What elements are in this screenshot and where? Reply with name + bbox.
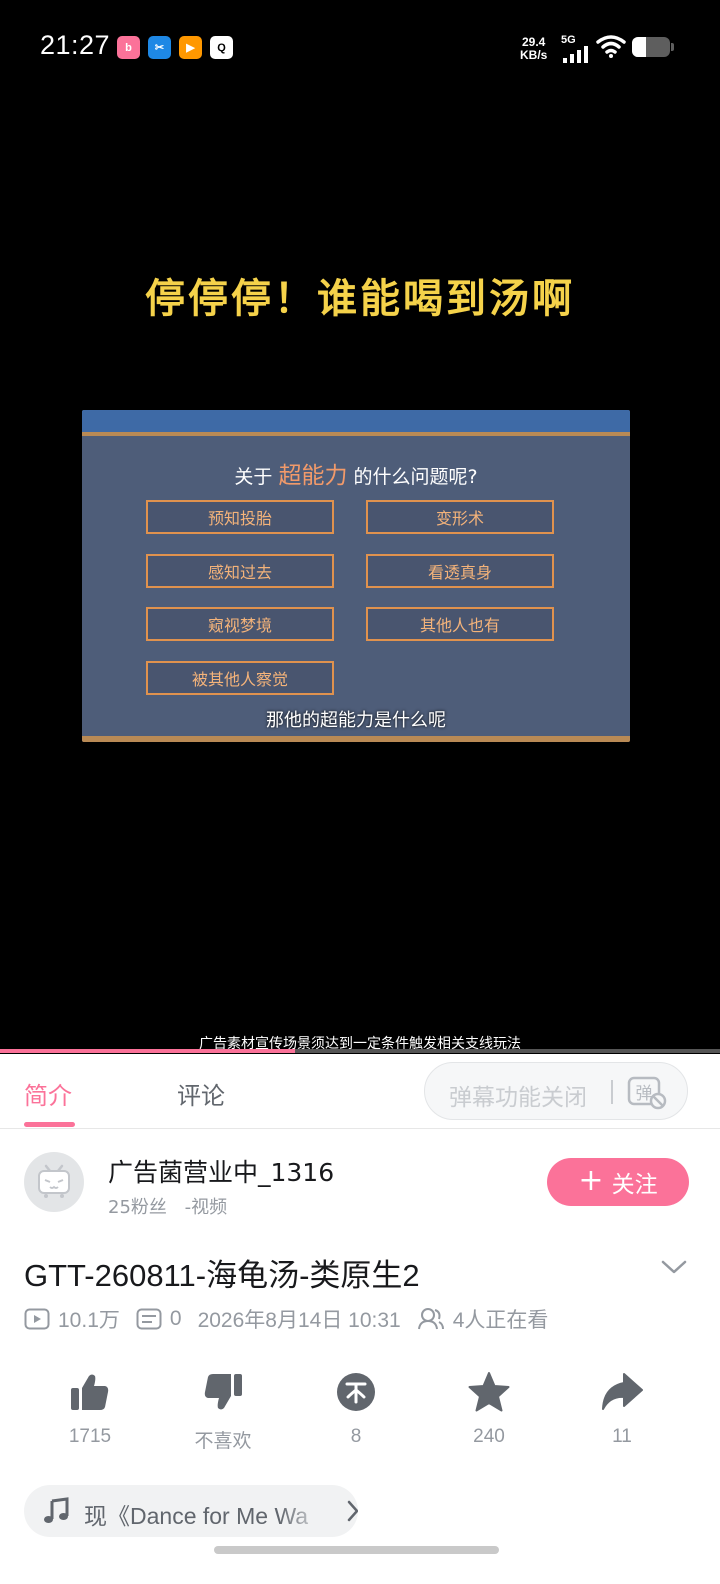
- tv-mascot-icon: [38, 1164, 70, 1198]
- option-box: 看透真身: [366, 554, 554, 588]
- video-title: GTT-260811-海龟汤-类原生2: [24, 1258, 420, 1293]
- video-player[interactable]: 停停停！谁能喝到汤啊 关于 超能力 的什么问题呢? 预知投胎 变形术 感知过去 …: [0, 96, 720, 1054]
- option-box: 其他人也有: [366, 607, 554, 641]
- avatar[interactable]: [24, 1152, 84, 1212]
- video-app-icon: ▶: [179, 36, 202, 59]
- danmaku-input-placeholder: 弹幕功能关闭: [449, 1085, 587, 1111]
- bgm-title: 现《Dance for Me Wa: [84, 1503, 309, 1529]
- notification-icons: b ✂ ▶ Q: [117, 36, 233, 59]
- status-bar: 21:27 b ✂ ▶ Q 29.4 KB/s 5G: [0, 0, 720, 96]
- video-progress-bar[interactable]: [0, 1049, 720, 1053]
- dislike-label: 不喜欢: [194, 1431, 252, 1452]
- tab-bar: 简介 评论 弹幕功能关闭 弹: [0, 1054, 720, 1129]
- danmaku-off-icon: 弹: [627, 1076, 667, 1110]
- option-box: 窥视梦境: [146, 607, 334, 641]
- signal-icon: [563, 46, 588, 63]
- video-progress-fill: [0, 1049, 296, 1053]
- uploader-video-meta: -视频: [184, 1197, 228, 1218]
- share-count: 11: [612, 1426, 632, 1447]
- favorite-button[interactable]: 240: [434, 1370, 544, 1448]
- follow-button[interactable]: + 关注: [547, 1158, 689, 1206]
- watching-count: 4人正在看: [452, 1309, 549, 1332]
- plus-icon: +: [578, 1162, 604, 1198]
- option-box: 预知投胎: [146, 500, 334, 534]
- dislike-button[interactable]: 不喜欢: [168, 1370, 278, 1453]
- coin-icon: [337, 1373, 375, 1411]
- danmaku-count-icon: [136, 1308, 162, 1330]
- tab-comments[interactable]: 评论: [177, 1076, 225, 1111]
- bilibili-icon: b: [117, 36, 140, 59]
- coin-button[interactable]: 8: [301, 1370, 411, 1448]
- option-box: 感知过去: [146, 554, 334, 588]
- option-box: 变形术: [366, 500, 554, 534]
- option-box: 被其他人察觉: [146, 661, 334, 695]
- thumbs-up-icon: [71, 1374, 109, 1410]
- favorite-count: 240: [473, 1426, 505, 1447]
- qq-icon: Q: [210, 36, 233, 59]
- battery-icon: [632, 37, 670, 57]
- share-arrow-icon: [602, 1373, 643, 1410]
- play-count-icon: [24, 1308, 50, 1330]
- uploader-fans: 25粉丝: [108, 1197, 167, 1218]
- tab-intro[interactable]: 简介: [24, 1076, 72, 1111]
- follow-label: 关注: [611, 1172, 658, 1198]
- thumbs-down-icon: [204, 1374, 242, 1410]
- music-note-icon: [44, 1497, 69, 1523]
- danmaku-count: 0: [169, 1307, 182, 1330]
- video-stats: 10.1万 0 2026年8月14日 10:31 4人正在看: [24, 1305, 564, 1333]
- uploader-stats: 25粉丝 -视频: [108, 1193, 227, 1219]
- net-speed-unit: KB/s: [520, 48, 548, 62]
- home-indicator[interactable]: [214, 1546, 499, 1554]
- like-button[interactable]: 1715: [35, 1370, 145, 1448]
- chevron-right-icon: [347, 1500, 358, 1522]
- wifi-icon: [596, 35, 626, 58]
- uploader-name[interactable]: 广告菌营业中_1316: [108, 1153, 334, 1189]
- coin-count: 8: [350, 1426, 362, 1447]
- video-overlay-title: 停停停！谁能喝到汤啊: [145, 276, 575, 322]
- video-frame: 关于 超能力 的什么问题呢? 预知投胎 变形术 感知过去 看透真身 窥视梦境 其…: [82, 410, 630, 742]
- share-button[interactable]: 11: [567, 1370, 677, 1448]
- chevron-down-icon[interactable]: [660, 1258, 688, 1276]
- publish-date: 2026年8月14日 10:31: [197, 1309, 401, 1332]
- danmaku-toggle[interactable]: 弹幕功能关闭 弹: [424, 1062, 688, 1120]
- video-subtitle: 那他的超能力是什么呢: [266, 710, 446, 731]
- watching-users-icon: [417, 1308, 444, 1330]
- network-type: 5G: [561, 34, 576, 46]
- scissors-app-icon: ✂: [148, 36, 171, 59]
- star-icon: [468, 1372, 510, 1412]
- bgm-chip[interactable]: 现《Dance for Me Wa: [24, 1485, 358, 1537]
- tab-active-indicator: [24, 1122, 75, 1127]
- frame-question: 关于 超能力 的什么问题呢?: [234, 463, 478, 489]
- status-time: 21:27: [40, 30, 111, 60]
- view-count: 10.1万: [58, 1309, 120, 1332]
- network-speed: 29.4 KB/s: [520, 36, 547, 62]
- like-count: 1715: [68, 1426, 112, 1447]
